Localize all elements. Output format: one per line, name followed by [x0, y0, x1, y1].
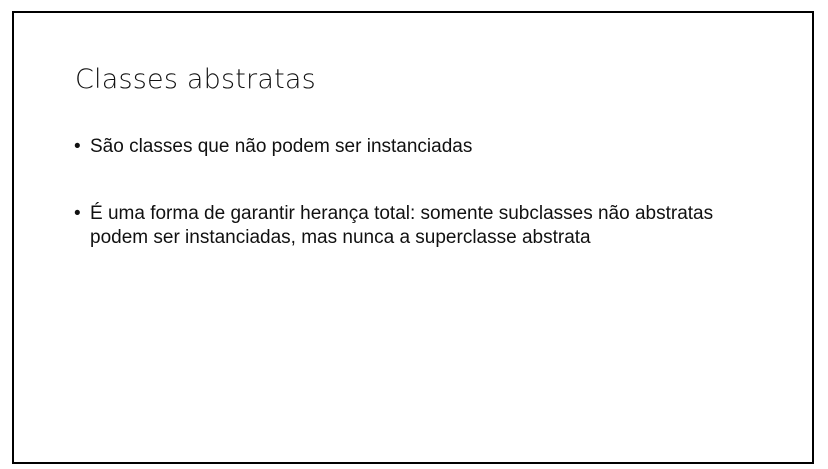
bullet-item: • São classes que não podem ser instanci… — [74, 135, 774, 159]
slide-title: Classes abstratas — [75, 64, 316, 95]
bullet-text: É uma forma de garantir herança total: s… — [90, 203, 714, 248]
bullet-list: • São classes que não podem ser instanci… — [74, 135, 774, 250]
bullet-icon: • — [74, 203, 81, 224]
slide: Classes abstratas • São classes que não … — [12, 11, 814, 464]
bullet-item: • É uma forma de garantir herança total:… — [74, 202, 774, 250]
bullet-icon: • — [74, 136, 81, 157]
bullet-text: São classes que não podem ser instanciad… — [90, 136, 473, 157]
